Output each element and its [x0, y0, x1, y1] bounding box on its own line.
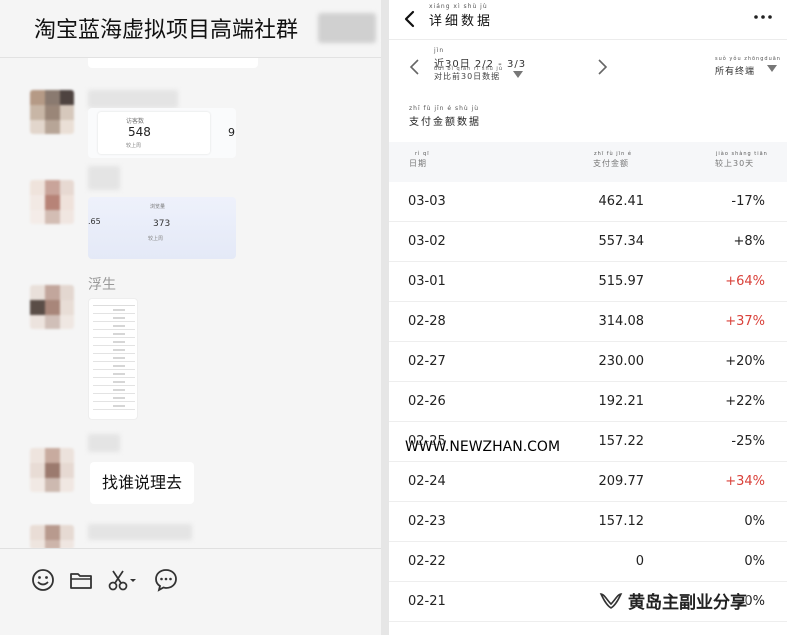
avatar[interactable] [30, 285, 74, 329]
folder-icon[interactable] [68, 567, 94, 593]
chevron-left-icon[interactable] [399, 8, 421, 30]
card-sub: 较上周 [126, 143, 142, 149]
watermark-brand: 黄岛主副业分享 [628, 593, 747, 613]
detail-title: 详细数据 [429, 14, 494, 29]
caret-down-icon[interactable] [767, 65, 777, 72]
screenshot-card[interactable]: 访客数 548 较上周 9 [88, 108, 236, 158]
detail-header: xiáng xì shù jù 详细数据 [389, 0, 787, 40]
date-filter-bar: jìn 近30日 2/2 - 3/3 duì bǐ qián rì shù jù… [389, 41, 787, 97]
scissors-icon[interactable] [106, 567, 138, 593]
title-pinyin: xiáng xì shù jù [429, 3, 488, 10]
chat-header: 淘宝蓝海虚拟项目高端社群 [0, 0, 383, 58]
chat-history-icon[interactable] [153, 567, 179, 593]
card-label: 访客数 [126, 118, 145, 125]
section-title: 支付金额数据 [409, 117, 481, 128]
pane-divider[interactable] [381, 0, 389, 635]
sender-name-blur [88, 90, 178, 108]
compare-label[interactable]: 对比前30日数据 [434, 71, 500, 82]
message-card-partial[interactable] [88, 58, 258, 68]
chat-pane: 淘宝蓝海虚拟项目高端社群 访客数 548 较上周 9 .65 浏览量 373 较… [0, 0, 383, 635]
table-row[interactable]: 03-01 515.97 +64% [389, 262, 787, 302]
table-row[interactable]: 02-26 192.21 +22% [389, 382, 787, 422]
table-row[interactable]: 02-22 0 0% [389, 542, 787, 582]
wechat-channel-icon [599, 593, 623, 609]
detail-screenshot: xiáng xì shù jù 详细数据 jìn 近30日 2/2 - 3/3 … [389, 0, 787, 635]
screenshot-card[interactable]: .65 浏览量 373 较上周 [88, 197, 236, 259]
section-pinyin: zhī fù jīn é shù jù [409, 105, 480, 112]
range-pinyin: jìn [434, 47, 445, 54]
avatar[interactable] [30, 448, 74, 492]
sender-name-blur [88, 166, 120, 190]
table-row[interactable]: 02-28 314.08 +37% [389, 302, 787, 342]
more-horizontal-icon[interactable] [753, 10, 773, 24]
avatar[interactable] [30, 90, 74, 134]
table-row[interactable]: 02-23 157.12 0% [389, 502, 787, 542]
avatar[interactable] [30, 180, 74, 224]
column-header-date: 日期 [409, 159, 427, 168]
sender-name-blur [88, 524, 192, 540]
chat-title: 淘宝蓝海虚拟项目高端社群 [34, 18, 299, 43]
sender-name: 浮生 [88, 277, 116, 293]
terminal-pinyin: suǒ yǒu zhōngduān [715, 56, 781, 62]
terminal-select[interactable]: 所有终端 [715, 64, 755, 77]
avatar[interactable] [30, 525, 74, 549]
table-row[interactable]: 02-24 209.77 +34% [389, 462, 787, 502]
table-row[interactable]: 02-27 230.00 +20% [389, 342, 787, 382]
input-toolbar [0, 548, 383, 635]
chevron-left-icon[interactable] [407, 57, 423, 77]
column-header-amount: 支付金额 [593, 159, 629, 168]
screenshot-card[interactable] [88, 298, 138, 420]
card-value: 548 [128, 125, 151, 139]
watermark-url: WWW.NEWZHAN.COM [405, 439, 561, 455]
table-row[interactable]: 03-02 557.34 +8% [389, 222, 787, 262]
data-table: 03-03 462.41 -17% 03-02 557.34 +8% 03-01 515.… [389, 182, 787, 622]
chevron-right-icon[interactable] [594, 57, 610, 77]
table-row[interactable]: 03-03 462.41 -17% [389, 182, 787, 222]
emoji-icon[interactable] [30, 567, 56, 593]
chat-bubble[interactable]: 找谁说理去 [90, 462, 195, 504]
table-header: rì qī 日期 zhī fù jīn é 支付金额 jiào shàng ti… [389, 142, 787, 182]
title-blur [318, 13, 376, 43]
caret-down-icon[interactable] [513, 71, 523, 78]
sender-name-blur [88, 434, 120, 452]
column-header-change: 较上30天 [715, 159, 755, 168]
